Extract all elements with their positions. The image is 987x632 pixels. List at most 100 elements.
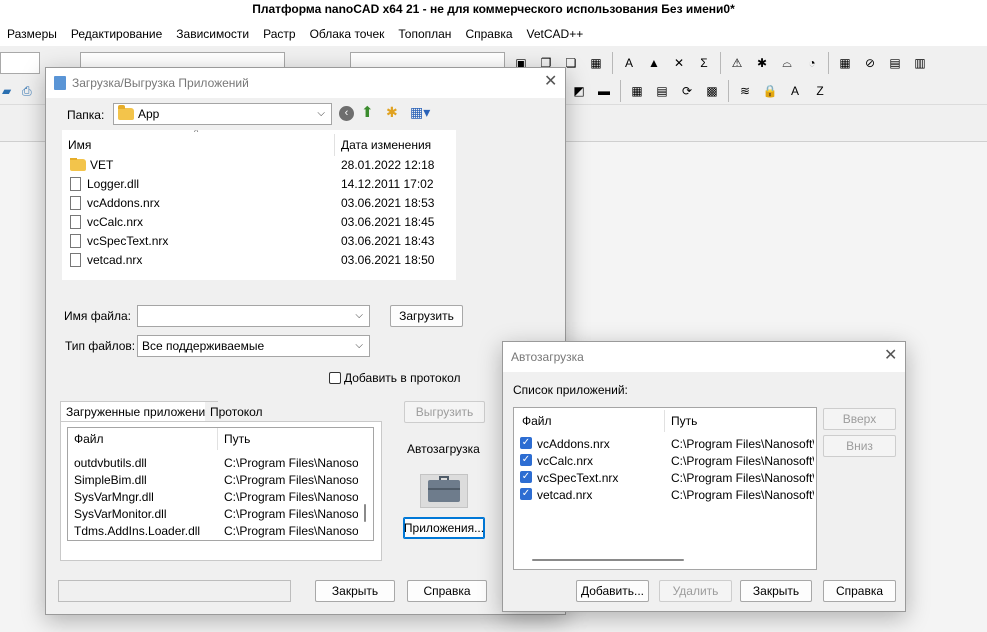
- spell-icon[interactable]: A: [786, 82, 804, 100]
- tab-loaded-apps[interactable]: Загруженные приложения: [60, 401, 218, 421]
- file-row[interactable]: vcCalc.nrx 03.06.2021 18:45: [62, 213, 456, 230]
- menu-item-topoplan[interactable]: Топоплан: [391, 22, 458, 46]
- briefcase-icon[interactable]: [420, 474, 468, 508]
- node-icon[interactable]: ✱: [753, 54, 771, 72]
- calculator-icon[interactable]: ▦: [836, 54, 854, 72]
- loaded-app-row[interactable]: Tdms.AddIns.Loader.dll C:\Program Files\N…: [68, 522, 373, 539]
- help-button[interactable]: Справка: [823, 580, 896, 602]
- autoload-list-hscroll[interactable]: [532, 559, 684, 561]
- menu-item-edit[interactable]: Редактирование: [64, 22, 169, 46]
- line-icon[interactable]: ▬: [595, 82, 613, 100]
- filename-input[interactable]: ⌵: [137, 305, 370, 327]
- print-icon[interactable]: ⎙: [22, 84, 32, 99]
- loaded-app-row[interactable]: outdvbutils.dll C:\Program Files\Nanosoft…: [68, 454, 373, 471]
- autoload-app-row[interactable]: ✓ vetcad.nrx C:\Program Files\Nanosoft\na: [514, 486, 816, 503]
- autoload-app-row[interactable]: ✓ vcAddons.nrx C:\Program Files\Nanosoft\n…: [514, 435, 816, 452]
- warning-icon[interactable]: ⚠: [728, 54, 746, 72]
- column-path[interactable]: Путь: [224, 428, 364, 450]
- grid-icon[interactable]: ▤: [653, 82, 671, 100]
- file-name: vcSpecText.nrx: [87, 233, 169, 248]
- view-menu-icon[interactable]: ▦▾: [410, 104, 430, 121]
- loaded-app-row[interactable]: SysVarMonitor.dll C:\Program Files\Nanoso…: [68, 505, 373, 522]
- menu-item-dimensions[interactable]: Размеры: [0, 22, 64, 46]
- close-icon[interactable]: ✕: [884, 348, 897, 364]
- toolbar-separator: [828, 52, 829, 74]
- file-name: VET: [90, 157, 114, 172]
- toolbar-field-left[interactable]: [0, 52, 40, 74]
- stack-icon[interactable]: ≋: [736, 82, 754, 100]
- checkbox-icon[interactable]: ✓: [520, 471, 532, 483]
- column-path[interactable]: Путь: [671, 410, 811, 432]
- up-folder-icon[interactable]: ⬆: [361, 103, 374, 121]
- lock-icon[interactable]: 🔒: [761, 82, 779, 100]
- applications-button[interactable]: Приложения...: [403, 517, 485, 539]
- file-row[interactable]: Logger.dll 14.12.2011 17:02: [62, 175, 456, 192]
- add-to-log-label: Добавить в протокол: [344, 371, 461, 385]
- menu-item-point-clouds[interactable]: Облака точек: [303, 22, 392, 46]
- autoload-label: Автозагрузка: [407, 442, 480, 456]
- menu-item-vetcad[interactable]: VetCAD++: [520, 22, 591, 46]
- close-button[interactable]: Закрыть: [740, 580, 812, 602]
- clipboard-icon[interactable]: ▤: [886, 54, 904, 72]
- column-file[interactable]: Файл: [74, 428, 214, 450]
- autoload-app-path: C:\Program Files\Nanosoft\na: [671, 436, 814, 451]
- file-row[interactable]: vetcad.nrx 03.06.2021 18:50: [62, 251, 456, 268]
- text-style-icon[interactable]: A: [620, 54, 638, 72]
- loaded-app-row[interactable]: SimpleBim.dll C:\Program Files\Nanosoft\: [68, 471, 373, 488]
- close-button[interactable]: Закрыть: [315, 580, 395, 602]
- window-icon[interactable]: ◩: [570, 82, 588, 100]
- autoload-app-row[interactable]: ✓ vcSpecText.nrx C:\Program Files\Nanosoft…: [514, 469, 816, 486]
- dialog-titlebar[interactable]: Загрузка/Выгрузка Приложений: [46, 68, 565, 98]
- column-file[interactable]: Файл: [522, 410, 662, 432]
- file-row[interactable]: vcAddons.nrx 03.06.2021 18:53: [62, 194, 456, 211]
- sum-icon[interactable]: Σ: [695, 54, 713, 72]
- no-entry-icon[interactable]: ⊘: [861, 54, 879, 72]
- triangle-icon[interactable]: ▲: [645, 54, 663, 72]
- load-button[interactable]: Загрузить: [390, 305, 463, 327]
- calc2-icon[interactable]: ▦: [628, 82, 646, 100]
- file-row[interactable]: vcSpecText.nrx 03.06.2021 18:43: [62, 232, 456, 249]
- folder-label: Папка:: [67, 108, 105, 122]
- column-name[interactable]: Имя: [68, 134, 318, 156]
- loaded-app-file: outdvbutils.dll: [74, 455, 147, 470]
- column-separator: [664, 410, 665, 432]
- checkbox-icon[interactable]: ✓: [520, 488, 532, 500]
- note-icon[interactable]: ▥: [911, 54, 929, 72]
- gauge-icon[interactable]: ◔: [803, 54, 821, 72]
- autoload-app-file: vcCalc.nrx: [537, 453, 594, 468]
- delete-button[interactable]: Удалить: [659, 580, 732, 602]
- refresh-icon[interactable]: ⟳: [678, 82, 696, 100]
- array-icon[interactable]: ▦: [587, 54, 605, 72]
- layer-tool-icon[interactable]: ▰: [2, 84, 11, 98]
- dome-icon[interactable]: ⌓: [778, 54, 796, 72]
- loaded-list-vscroll[interactable]: [364, 504, 366, 522]
- filetype-combo[interactable]: Все поддерживаемые ⌵: [137, 335, 370, 357]
- checkbox-icon[interactable]: ✓: [520, 437, 532, 449]
- move-up-button[interactable]: Вверх: [823, 408, 896, 430]
- menu-item-raster[interactable]: Растр: [256, 22, 302, 46]
- unload-button[interactable]: Выгрузить: [404, 401, 485, 423]
- dialog-titlebar[interactable]: Автозагрузка: [503, 342, 905, 372]
- loaded-app-row[interactable]: SysVarMngr.dll C:\Program Files\Nanosoft\: [68, 488, 373, 505]
- file-name: Logger.dll: [87, 176, 140, 191]
- column-date[interactable]: Дата изменения: [341, 134, 451, 156]
- close-icon[interactable]: ✕: [544, 74, 557, 90]
- new-folder-icon[interactable]: ✱: [386, 104, 398, 121]
- help-button[interactable]: Справка: [407, 580, 487, 602]
- zero-icon[interactable]: Z: [811, 82, 829, 100]
- file-row[interactable]: VET 28.01.2022 12:18: [62, 156, 456, 173]
- folder-combo[interactable]: App ⌵: [113, 103, 332, 125]
- toolbar-row-1: ▣ ❐ ❏ ▦ A ▲ ✕ Σ ⚠ ✱ ⌓ ◔ ▦ ⊘ ▤ ▥: [512, 52, 929, 74]
- back-icon[interactable]: ‹: [339, 106, 354, 121]
- table-icon[interactable]: ▩: [703, 82, 721, 100]
- autoload-app-row[interactable]: ✓ vcCalc.nrx C:\Program Files\Nanosoft\na: [514, 452, 816, 469]
- checkbox-icon[interactable]: [329, 372, 341, 384]
- menu-item-help[interactable]: Справка: [458, 22, 519, 46]
- checkbox-icon[interactable]: ✓: [520, 454, 532, 466]
- tab-log[interactable]: Протокол: [205, 402, 268, 422]
- add-button[interactable]: Добавить...: [576, 580, 649, 602]
- cross-icon[interactable]: ✕: [670, 54, 688, 72]
- add-to-log-checkbox[interactable]: Добавить в протокол: [329, 371, 461, 385]
- move-down-button[interactable]: Вниз: [823, 435, 896, 457]
- menu-item-constraints[interactable]: Зависимости: [169, 22, 256, 46]
